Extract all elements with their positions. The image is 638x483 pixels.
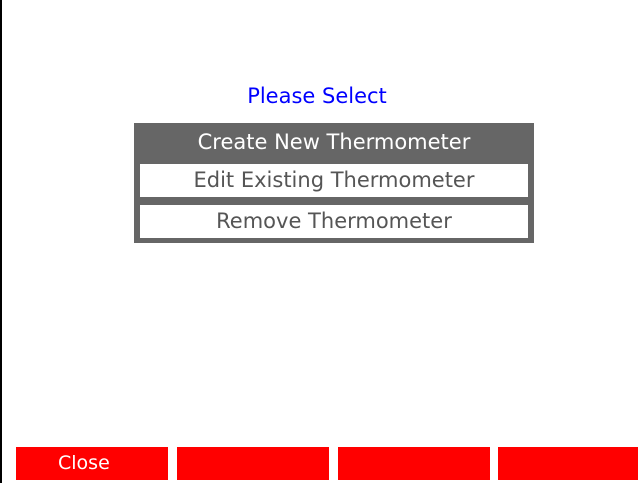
- prompt-title: Please Select: [247, 84, 387, 108]
- menu-item-remove-thermometer[interactable]: Remove Thermometer: [140, 205, 528, 238]
- softkey-2[interactable]: [177, 447, 329, 480]
- menu-item-create-thermometer[interactable]: Create New Thermometer: [134, 123, 534, 161]
- menu-item-edit-thermometer[interactable]: Edit Existing Thermometer: [140, 164, 528, 197]
- thermometer-menu: Create New Thermometer Edit Existing The…: [134, 123, 534, 243]
- softkey-bar: Close: [16, 447, 638, 483]
- close-softkey[interactable]: Close: [16, 447, 168, 480]
- softkey-3[interactable]: [338, 447, 490, 480]
- thermometer-screen: Please Select Create New Thermometer Edi…: [0, 0, 638, 483]
- softkey-4[interactable]: [498, 447, 638, 480]
